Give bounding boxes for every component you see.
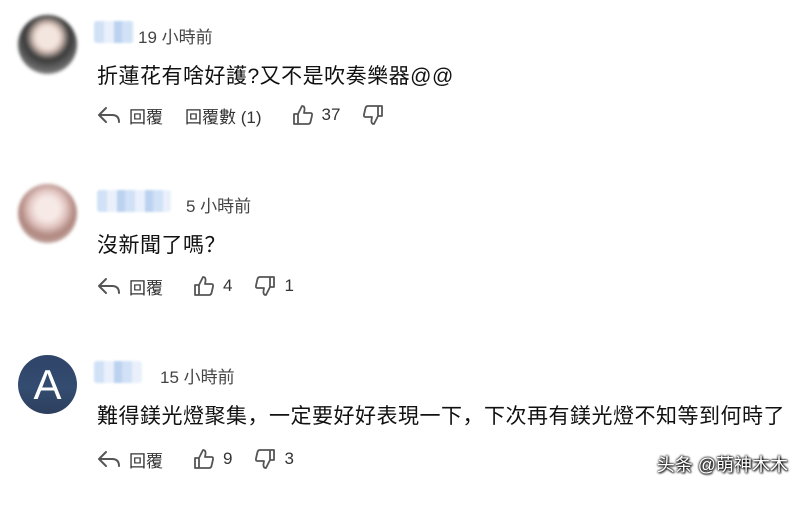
thumbs-up-icon — [194, 276, 214, 296]
reply-button[interactable]: 回覆 — [97, 447, 163, 472]
dislike-button[interactable]: 3 — [254, 448, 294, 470]
comment-actions: 回覆 4 1 — [97, 272, 294, 300]
like-button[interactable]: 37 — [292, 104, 341, 126]
avatar[interactable]: A — [18, 355, 77, 414]
comment-timestamp: 15 小時前 — [160, 368, 235, 387]
author-name-blurred[interactable] — [94, 21, 134, 43]
like-count: 37 — [321, 105, 341, 124]
comment-item: 19 小時前 折蓮花有啥好護?又不是吹奏樂器@@ 回覆 回覆數 (1) 37 — [0, 15, 800, 185]
reply-button[interactable]: 回覆 — [97, 274, 163, 299]
reply-arrow-icon — [98, 451, 120, 467]
comment-timestamp: 5 小時前 — [186, 197, 252, 216]
watermark: 头条 @萌神木木 — [656, 455, 788, 475]
reply-label: 回覆 — [129, 451, 163, 471]
comment-actions: 回覆 回覆數 (1) 37 — [97, 101, 384, 129]
like-button[interactable]: 4 — [193, 275, 232, 297]
dislike-count: 1 — [284, 276, 294, 295]
like-count: 9 — [223, 449, 233, 468]
avatar[interactable] — [18, 15, 77, 74]
comment-actions: 回覆 9 3 — [97, 445, 294, 473]
view-replies-button[interactable]: 回覆數 (1) — [185, 103, 262, 128]
comment-text: 難得鎂光燈聚集，一定要好好表現一下，下次再有鎂光燈不知等到何時了 — [97, 405, 785, 428]
comment-timestamp: 19 小時前 — [138, 28, 213, 47]
like-button[interactable]: 9 — [193, 448, 232, 470]
thumbs-up-icon — [194, 449, 214, 469]
reply-label: 回覆 — [129, 278, 163, 298]
author-name-blurred[interactable] — [94, 361, 142, 383]
dislike-button[interactable] — [362, 104, 384, 126]
comment-item: A 15 小時前 難得鎂光燈聚集，一定要好好表現一下，下次再有鎂光燈不知等到何時… — [0, 355, 800, 525]
reply-arrow-icon — [98, 278, 120, 294]
avatar-letter: A — [33, 360, 62, 408]
thumbs-up-icon — [292, 105, 313, 125]
comment-item: 5 小時前 沒新聞了嗎？ 回覆 4 1 — [0, 184, 800, 354]
reply-label: 回覆 — [129, 107, 163, 127]
replies-count-label: 回覆數 (1) — [185, 107, 262, 127]
comment-text: 折蓮花有啥好護?又不是吹奏樂器@@ — [97, 65, 454, 88]
reply-arrow-icon — [98, 107, 120, 123]
author-name-blurred[interactable] — [97, 190, 171, 212]
dislike-count: 3 — [284, 449, 294, 468]
dislike-button[interactable]: 1 — [254, 275, 294, 297]
thumbs-down-icon — [255, 276, 276, 296]
like-count: 4 — [223, 276, 233, 295]
avatar[interactable] — [18, 184, 77, 243]
thumbs-down-icon — [363, 105, 384, 125]
reply-button[interactable]: 回覆 — [97, 103, 163, 128]
thumbs-down-icon — [255, 449, 276, 469]
comment-text: 沒新聞了嗎？ — [97, 234, 226, 257]
